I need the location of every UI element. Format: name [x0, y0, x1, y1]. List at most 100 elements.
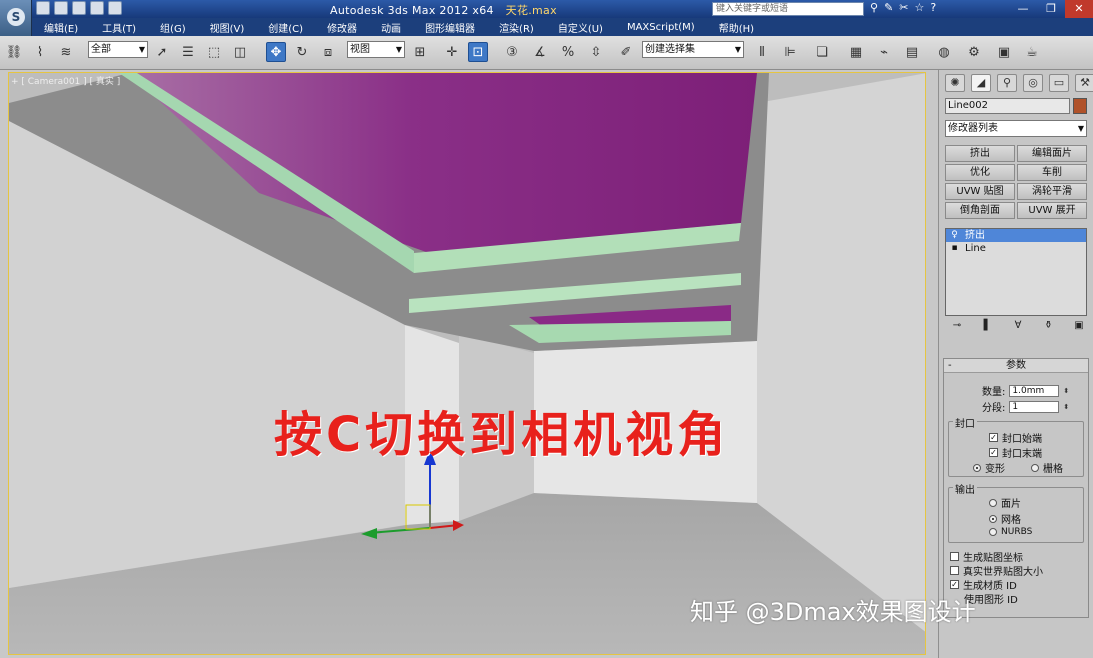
select-object-icon[interactable]: ➚	[152, 42, 172, 62]
save-file-icon[interactable]	[72, 1, 86, 15]
star-icon[interactable]: ☆	[915, 1, 925, 14]
turbosmooth-button[interactable]: 涡轮平滑	[1017, 183, 1087, 200]
real-world-map-checkbox[interactable]	[950, 566, 959, 575]
cap-start-checkbox[interactable]: ✓	[989, 433, 998, 442]
lightbulb-icon[interactable]: ♀	[950, 229, 959, 242]
reference-coord-dropdown[interactable]: 视图	[347, 41, 405, 58]
close-icon[interactable]: ✕	[1065, 0, 1093, 18]
object-name-field[interactable]: Line002	[945, 98, 1070, 114]
optimize-button[interactable]: 优化	[945, 164, 1015, 181]
collapse-icon[interactable]: -	[948, 359, 952, 372]
uvw-map-button[interactable]: UVW 贴图	[945, 183, 1015, 200]
display-tab-icon[interactable]: ▭	[1049, 74, 1069, 92]
curve-editor-icon[interactable]: ⌁	[874, 42, 894, 62]
configure-sets-icon[interactable]: ▣	[1071, 320, 1087, 334]
new-file-icon[interactable]	[36, 1, 50, 15]
keyboard-shortcut-icon[interactable]: ⊡	[468, 42, 488, 62]
menu-help[interactable]: 帮助(H)	[707, 20, 766, 35]
menu-customize[interactable]: 自定义(U)	[546, 20, 615, 35]
stack-item-line[interactable]: ▪ Line	[946, 242, 1086, 255]
mirror-icon[interactable]: ⫴	[752, 42, 772, 62]
extrude-button[interactable]: 挤出	[945, 145, 1015, 162]
stack-item-extrude[interactable]: ♀ 挤出	[946, 229, 1086, 242]
select-scale-icon[interactable]: ⧈	[318, 42, 338, 62]
gen-material-ids-checkbox[interactable]: ✓	[950, 580, 959, 589]
snaps-toggle-icon[interactable]: ③	[502, 42, 522, 62]
pin-stack-icon[interactable]: ⊸	[949, 320, 965, 334]
menu-create[interactable]: 创建(C)	[256, 20, 315, 35]
select-by-name-icon[interactable]: ☰	[178, 42, 198, 62]
remove-modifier-icon[interactable]: ⚱	[1041, 320, 1057, 334]
camera-viewport[interactable]: + [ Camera001 ] [ 真实 ] 按C切换到相机视角	[8, 72, 926, 655]
rect-selection-icon[interactable]: ⬚	[204, 42, 224, 62]
cap-end-checkbox[interactable]: ✓	[989, 448, 998, 457]
app-logo-button[interactable]: S	[0, 0, 32, 36]
edit-named-sets-icon[interactable]: ✐	[616, 42, 636, 62]
modifier-list-dropdown[interactable]: 修改器列表	[945, 120, 1087, 137]
spinner-arrows-icon[interactable]: ⬍	[1063, 403, 1069, 411]
expand-icon[interactable]: ▪	[950, 242, 959, 255]
object-color-swatch[interactable]	[1073, 98, 1087, 114]
material-editor-icon[interactable]: ◍	[934, 42, 954, 62]
select-move-icon[interactable]: ✥	[266, 42, 286, 62]
pivot-center-icon[interactable]: ⊞	[410, 42, 430, 62]
motion-tab-icon[interactable]: ◎	[1023, 74, 1043, 92]
angle-snap-icon[interactable]: ∡	[530, 42, 550, 62]
align-icon[interactable]: ⊫	[780, 42, 800, 62]
patch-radio[interactable]	[989, 498, 997, 507]
hierarchy-tab-icon[interactable]: ⚲	[997, 74, 1017, 92]
menu-rendering[interactable]: 渲染(R)	[487, 20, 546, 35]
parameters-header[interactable]: - 参数	[944, 359, 1088, 373]
menu-group[interactable]: 组(G)	[148, 20, 198, 35]
menu-graph-editors[interactable]: 图形编辑器	[413, 20, 487, 35]
segments-spinner[interactable]: 1	[1009, 400, 1060, 413]
make-unique-icon[interactable]: ∀	[1010, 320, 1026, 334]
minimize-icon[interactable]: —	[1009, 0, 1037, 18]
graphite-tools-icon[interactable]: ▦	[846, 42, 866, 62]
create-tab-icon[interactable]: ✺	[945, 74, 965, 92]
viewport-label[interactable]: + [ Camera001 ] [ 真实 ]	[11, 74, 120, 87]
percent-snap-icon[interactable]: %	[558, 42, 578, 62]
render-teapot-icon[interactable]: ☕	[1022, 42, 1042, 62]
wrench-icon[interactable]: ✂	[899, 1, 908, 14]
bind-spacewarp-icon[interactable]: ≋	[56, 42, 76, 62]
menu-animation[interactable]: 动画	[369, 20, 413, 35]
redo-icon[interactable]	[108, 1, 122, 15]
spinner-snap-icon[interactable]: ⇳	[586, 42, 606, 62]
gen-map-coords-checkbox[interactable]	[950, 552, 959, 561]
unwrap-uvw-button[interactable]: UVW 展开	[1017, 202, 1087, 219]
link-icon[interactable]: ⛓	[4, 42, 24, 62]
nurbs-radio[interactable]	[989, 528, 997, 536]
open-file-icon[interactable]	[54, 1, 68, 15]
named-selection-dropdown[interactable]: 创建选择集	[642, 41, 744, 58]
menu-modifiers[interactable]: 修改器	[315, 20, 369, 35]
show-end-result-icon[interactable]: ▌	[980, 320, 996, 334]
help-icon[interactable]: ?	[930, 1, 936, 14]
spinner-arrows-icon[interactable]: ⬍	[1063, 387, 1069, 395]
amount-spinner[interactable]: 1.0mm	[1009, 384, 1060, 397]
window-crossing-icon[interactable]: ◫	[230, 42, 250, 62]
morph-radio[interactable]	[973, 463, 981, 472]
search-input[interactable]: 键入关键字或短语	[712, 2, 864, 16]
manipulate-icon[interactable]: ✛	[442, 42, 462, 62]
render-setup-icon[interactable]: ⚙	[964, 42, 984, 62]
utilities-tab-icon[interactable]: ⚒	[1075, 74, 1093, 92]
edit-patch-button[interactable]: 编辑面片	[1017, 145, 1087, 162]
restore-icon[interactable]: ❐	[1037, 0, 1065, 18]
unlink-icon[interactable]: ⌇	[30, 42, 50, 62]
mesh-radio[interactable]	[989, 514, 997, 523]
schematic-view-icon[interactable]: ▤	[902, 42, 922, 62]
selection-filter-dropdown[interactable]: 全部	[88, 41, 148, 58]
undo-icon[interactable]	[90, 1, 104, 15]
tools-icon[interactable]: ✎	[884, 1, 893, 14]
modify-tab-icon[interactable]: ◢	[971, 74, 991, 92]
menu-views[interactable]: 视图(V)	[198, 20, 257, 35]
menu-tools[interactable]: 工具(T)	[90, 20, 148, 35]
lathe-button[interactable]: 车削	[1017, 164, 1087, 181]
menu-maxscript[interactable]: MAXScript(M)	[615, 22, 707, 33]
rendered-frame-icon[interactable]: ▣	[994, 42, 1014, 62]
grid-radio[interactable]	[1031, 463, 1039, 472]
layer-manager-icon[interactable]: ❏	[812, 42, 832, 62]
binoculars-icon[interactable]: ⚲	[870, 1, 878, 14]
select-rotate-icon[interactable]: ↻	[292, 42, 312, 62]
